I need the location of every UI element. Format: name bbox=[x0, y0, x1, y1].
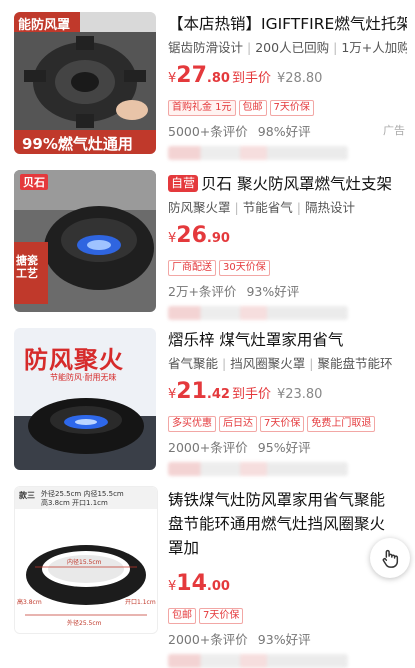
image-variant-label: 款三 bbox=[19, 491, 35, 500]
feedback-hand-icon bbox=[382, 550, 399, 568]
price: 27 bbox=[176, 63, 207, 88]
promo-chip: 首购礼金 1元 bbox=[168, 100, 236, 116]
review-count: 2万+条评价 bbox=[168, 284, 237, 299]
promo-chip: 7天价保 bbox=[269, 100, 314, 116]
promo-chip: 包邮 bbox=[168, 608, 196, 624]
price: 14 bbox=[176, 571, 207, 596]
image-caption-bottom: 99%燃气灶通用 bbox=[22, 135, 133, 153]
sub-feature: 1万+人加购 bbox=[341, 40, 407, 55]
brand-logo-text: 贝石 bbox=[20, 174, 48, 190]
opening-label: 开口1.1cm bbox=[125, 599, 156, 606]
positive-rating: 93%好评 bbox=[257, 632, 311, 647]
product-subtitle: 锯齿防滑设计 | 200人已回购 | 1万+人加购 bbox=[168, 38, 407, 58]
product-card[interactable]: 能防风罩 99%燃气灶通用 【本店热销】IGIFTFIRE燃气灶托架铸 锯齿防滑… bbox=[0, 8, 415, 160]
review-count: 2000+条评价 bbox=[168, 632, 248, 647]
sub-feature: 挡风圈聚火罩 bbox=[230, 356, 306, 371]
review-count: 5000+条评价 bbox=[168, 124, 248, 139]
image-spec-line-2: 高3.8cm 开口1.1cm bbox=[41, 499, 108, 507]
promo-chips: 多买优惠 后日达 7天价保 免费上门取退 bbox=[168, 411, 407, 432]
feedback-button[interactable] bbox=[370, 538, 410, 578]
product-image[interactable]: 款三 外径25.5cm 内径15.5cm 高3.8cm 开口1.1cm 内径15… bbox=[14, 486, 158, 634]
final-price-label: 到手价 bbox=[231, 71, 271, 86]
image-tagline: 节能防风·耐用无味 bbox=[50, 373, 117, 382]
image-caption-top: 能防风罩 bbox=[18, 18, 71, 33]
image-headline: 防风聚火 bbox=[24, 346, 124, 374]
product-image[interactable]: 防风聚火 节能防风·耐用无味 bbox=[14, 328, 156, 470]
sub-feature: 省气聚能 bbox=[168, 356, 219, 371]
review-line: 2000+条评价 95%好评 bbox=[168, 437, 407, 456]
review-line: 2000+条评价 93%好评 bbox=[168, 629, 407, 648]
shop-name-blurred bbox=[168, 306, 348, 320]
price-line: ¥14.00 bbox=[168, 570, 407, 601]
stove-image-2 bbox=[14, 170, 156, 312]
promo-chip: 30天价保 bbox=[219, 260, 270, 276]
outer-diameter-label: 外径25.5cm bbox=[67, 620, 102, 627]
product-title[interactable]: 自营 贝石 聚火防风罩燃气灶支架 bbox=[168, 172, 407, 196]
product-image[interactable]: 能防风罩 99%燃气灶通用 bbox=[14, 12, 156, 154]
product-title[interactable]: 【本店热销】IGIFTFIRE燃气灶托架铸 bbox=[168, 12, 407, 36]
promo-chip: 免费上门取退 bbox=[307, 416, 376, 432]
original-price: ¥23.80 bbox=[276, 387, 323, 402]
positive-rating: 98%好评 bbox=[257, 124, 311, 139]
promo-chip: 多买优惠 bbox=[168, 416, 216, 432]
review-line: 5000+条评价 98%好评 bbox=[168, 121, 407, 140]
sub-feature: 聚能盘节能环 bbox=[317, 356, 393, 371]
promo-chips: 厂商配送 30天价保 bbox=[168, 255, 407, 276]
height-label: 高3.8cm bbox=[17, 599, 42, 606]
product-subtitle: 省气聚能 | 挡风圈聚火罩 | 聚能盘节能环 bbox=[168, 356, 393, 371]
price: 21 bbox=[176, 379, 207, 404]
product-title[interactable]: 熠乐梓 煤气灶罩家用省气 bbox=[168, 328, 407, 352]
image-caption: 搪瓷工艺 bbox=[16, 254, 38, 280]
promo-chip: 7天价保 bbox=[260, 416, 305, 432]
shop-name-blurred bbox=[168, 462, 348, 476]
promo-chip: 包邮 bbox=[238, 100, 267, 116]
product-card[interactable]: 贝石 搪瓷工艺 自营 贝石 聚火防风罩燃气灶支架 防风聚火罩 | 节能省气 | 隔热设计 … bbox=[0, 166, 415, 320]
ad-label: 广告 bbox=[383, 124, 405, 137]
price-decimal: .00 bbox=[206, 579, 230, 594]
price-decimal: .42 bbox=[206, 387, 230, 402]
sub-feature: 节能省气 bbox=[242, 200, 293, 215]
product-title[interactable]: 铸铁煤气灶防风罩家用省气聚能盘节能环通用燃气灶挡风圈聚火罩加 bbox=[168, 488, 400, 560]
self-operated-badge: 自营 bbox=[168, 175, 199, 192]
price-line: ¥21.42 到手价 ¥23.80 bbox=[168, 378, 407, 409]
price-line: ¥26.90 bbox=[168, 222, 407, 253]
product-subtitle: 防风聚火罩 | 节能省气 | 隔热设计 bbox=[168, 200, 355, 215]
positive-rating: 95%好评 bbox=[257, 440, 311, 455]
shop-name-blurred bbox=[168, 146, 348, 160]
promo-chip: 后日达 bbox=[219, 416, 257, 432]
positive-rating: 93%好评 bbox=[246, 284, 300, 299]
price: 26 bbox=[176, 223, 207, 248]
review-line: 2万+条评价 93%好评 bbox=[168, 281, 407, 300]
product-card[interactable]: 款三 外径25.5cm 内径15.5cm 高3.8cm 开口1.1cm 内径15… bbox=[0, 482, 415, 668]
price-line: ¥27.80 到手价 ¥28.80 bbox=[168, 62, 407, 93]
final-price-label: 到手价 bbox=[231, 387, 271, 402]
sub-feature: 锯齿防滑设计 bbox=[168, 40, 244, 55]
sub-feature: 200人已回购 bbox=[255, 40, 330, 55]
promo-chips: 包邮 7天价保 bbox=[168, 603, 407, 624]
inner-diameter-label: 内径15.5cm bbox=[67, 559, 102, 566]
product-title-text: 贝石 聚火防风罩燃气灶支架 bbox=[201, 175, 392, 193]
sub-feature: 防风聚火罩 bbox=[168, 200, 231, 215]
original-price: ¥28.80 bbox=[276, 71, 323, 86]
product-image[interactable]: 贝石 搪瓷工艺 bbox=[14, 170, 156, 312]
sub-feature: 隔热设计 bbox=[304, 200, 355, 215]
promo-chips: 首购礼金 1元 包邮 7天价保 bbox=[168, 95, 407, 116]
product-card[interactable]: 防风聚火 节能防风·耐用无味 熠乐梓 煤气灶罩家用省气 省气聚能 | 挡风圈聚火罩 |… bbox=[0, 324, 415, 476]
review-count: 2000+条评价 bbox=[168, 440, 248, 455]
price-decimal: .80 bbox=[206, 71, 230, 86]
promo-chip: 7天价保 bbox=[199, 608, 244, 624]
price-decimal: .90 bbox=[206, 231, 230, 246]
promo-chip: 厂商配送 bbox=[168, 260, 216, 276]
shop-name-blurred bbox=[168, 654, 348, 668]
